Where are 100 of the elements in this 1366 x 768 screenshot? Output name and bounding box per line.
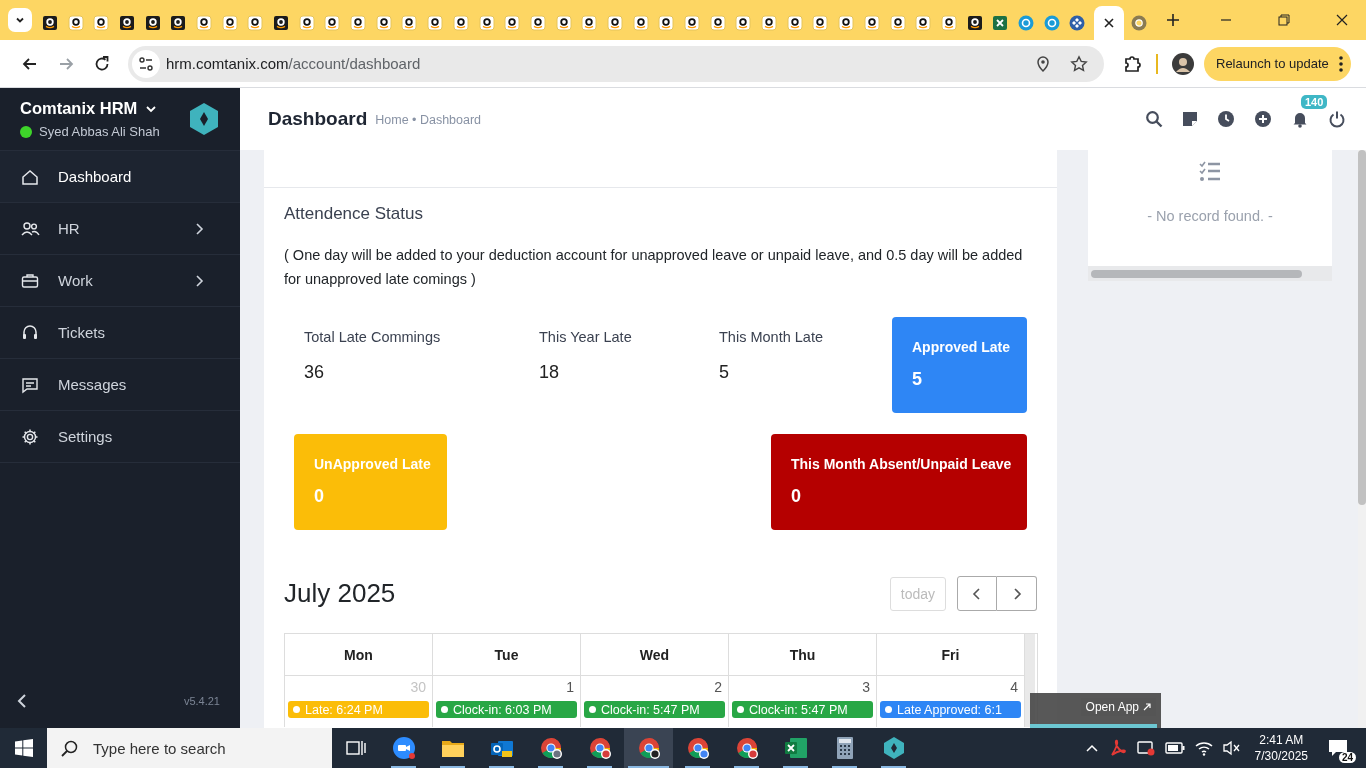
site-settings-icon[interactable]	[138, 55, 154, 72]
favicon-icon	[1069, 15, 1086, 31]
favicon-icon	[67, 15, 84, 31]
taskbar-search-field[interactable]: Type here to search	[47, 728, 332, 768]
favicon-icon	[709, 15, 726, 31]
nav-item[interactable]: Dashboard	[0, 151, 240, 203]
wifi-icon[interactable]	[1194, 740, 1213, 756]
chevron-right-icon	[194, 273, 204, 288]
bullet-icon	[441, 706, 448, 713]
taskbar-app[interactable]	[624, 728, 673, 768]
start-icon[interactable]	[15, 739, 33, 757]
favicon-icon	[786, 15, 803, 31]
day-header: Mon	[344, 646, 373, 663]
stat-value: 0	[314, 486, 325, 507]
note-icon[interactable]	[1182, 111, 1198, 127]
power-icon[interactable]	[1328, 110, 1346, 128]
star-icon[interactable]	[1070, 54, 1088, 73]
favicon-icon	[1017, 15, 1034, 31]
favicon-icon	[478, 15, 495, 31]
note-text: ( One day will be added to your deduction account for unapproved leave or unpaid leave, and 0.5 day will be added for unapproved late comings )	[284, 246, 1024, 289]
new-tab-icon[interactable]	[1165, 13, 1180, 27]
event-text: Clock-in: 5:47 PM	[601, 702, 700, 717]
task-view-icon[interactable]	[346, 739, 366, 757]
favicon-icon	[324, 15, 341, 31]
close-icon[interactable]	[1103, 17, 1116, 29]
date-number[interactable]: 4	[880, 679, 1021, 695]
battery-icon[interactable]	[1164, 742, 1185, 754]
date-number[interactable]: 1	[436, 679, 577, 695]
address-bar[interactable]: hrm.comtanix.com/account/dashboard	[128, 45, 1104, 82]
video-app-icon	[391, 736, 416, 760]
stat-label: Total Late Commings	[304, 329, 442, 345]
date-text: 7/30/2025	[1254, 748, 1308, 764]
scrollbar-thumb[interactable]	[1358, 150, 1366, 505]
pdf-reader-icon[interactable]	[1108, 739, 1127, 757]
favicon-icon	[606, 15, 623, 31]
empty-message: - No record found. -	[1147, 208, 1273, 224]
day-header: Tue	[494, 646, 519, 663]
favicon-icon	[684, 15, 701, 31]
chevron-right-icon	[194, 221, 204, 236]
search-icon	[61, 739, 79, 757]
reload-icon[interactable]	[93, 54, 111, 73]
browser-icon	[636, 736, 661, 760]
search-icon[interactable]	[1145, 110, 1163, 128]
scrollbar-thumb[interactable]	[1091, 269, 1302, 278]
stat-value: 5	[719, 362, 730, 383]
clock[interactable]: 2:41 AM 7/30/2025	[1254, 732, 1308, 764]
more-icon	[1338, 55, 1343, 72]
favicon-icon	[889, 15, 906, 31]
event-text: Late Approved: 6:1	[897, 702, 1002, 717]
time-text: 2:41 AM	[1259, 732, 1304, 748]
day-header: Wed	[639, 646, 670, 663]
date-number[interactable]: 2	[584, 679, 725, 695]
date-number[interactable]: 3	[732, 679, 873, 695]
breadcrumb: Home • Dashboard	[375, 113, 482, 127]
chevron-right-icon	[1011, 586, 1022, 601]
favicon-icon	[93, 15, 110, 31]
hexagon-app-icon	[881, 736, 906, 760]
external-link-icon	[1143, 703, 1151, 711]
tab-list-button[interactable]	[8, 8, 32, 32]
speaker-muted-icon[interactable]	[1222, 740, 1241, 756]
display-icon[interactable]	[1136, 739, 1155, 757]
favicon-icon	[581, 15, 598, 31]
clock-icon[interactable]	[1217, 110, 1235, 128]
restore-icon[interactable]	[1278, 14, 1290, 26]
stat-value: 36	[304, 362, 326, 383]
favicon-icon	[350, 15, 367, 31]
favicon-icon	[863, 15, 880, 31]
favicon-icon	[529, 15, 546, 31]
calendar-title: July 2025	[284, 578, 397, 609]
notification-count: 140	[1301, 95, 1328, 109]
favicon-icon	[992, 15, 1009, 31]
favicon-icon	[504, 15, 521, 31]
favicon-icon	[41, 15, 58, 31]
favicon-icon	[940, 15, 957, 31]
favicon-icon	[838, 15, 855, 31]
relaunch-button[interactable]: Relaunch to update	[1204, 46, 1351, 81]
chevron-left-icon	[972, 586, 982, 601]
collapse-icon[interactable]	[16, 693, 28, 709]
bell-icon[interactable]	[1291, 110, 1309, 128]
page-title: Dashboard	[268, 108, 368, 130]
browser-icon	[538, 736, 563, 760]
favicon-icon	[427, 15, 444, 31]
avatar-icon[interactable]	[1172, 52, 1194, 75]
bullet-icon	[885, 706, 892, 713]
calendar-event[interactable]: Late Approved: 6:1	[880, 701, 1021, 718]
url-text: hrm.comtanix.com/account/dashboard	[166, 55, 421, 72]
add-icon[interactable]	[1254, 110, 1272, 128]
stat-value: 5	[912, 369, 923, 390]
close-icon[interactable]	[1336, 14, 1348, 26]
favicon-icon	[195, 15, 212, 31]
stat-label: This Month Late	[719, 329, 824, 345]
favicon-icon	[273, 15, 290, 31]
bullet-icon	[589, 706, 596, 713]
favicon-icon	[1131, 15, 1148, 31]
event-text: Clock-in: 5:47 PM	[749, 702, 848, 717]
brand-name: Comtanix HRM	[20, 99, 138, 118]
notification-count: 24	[1338, 752, 1356, 763]
puzzle-icon[interactable]	[1122, 53, 1142, 74]
favicon-icon	[170, 15, 187, 31]
location-pin-icon[interactable]	[1034, 54, 1052, 73]
